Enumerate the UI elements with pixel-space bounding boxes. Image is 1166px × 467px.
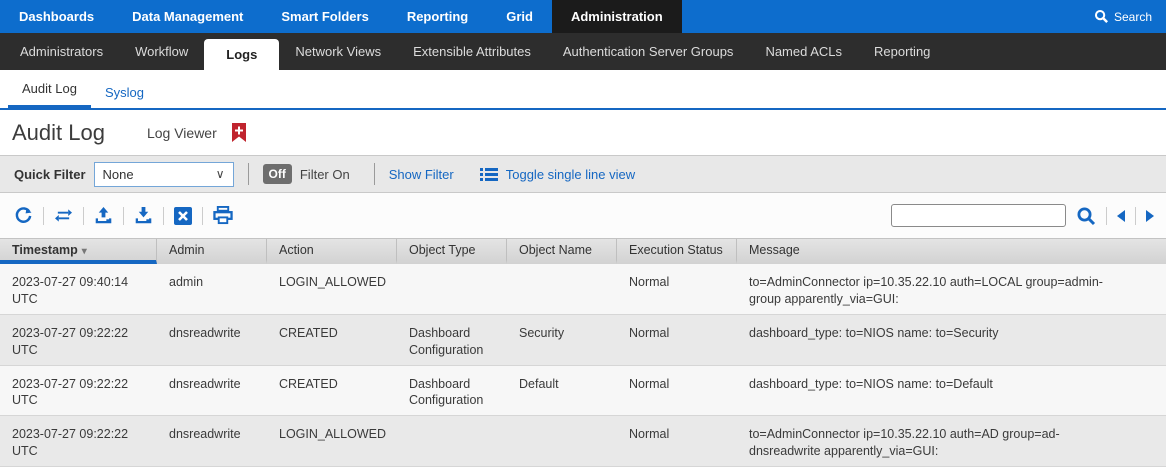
sort-desc-icon: ▾ [82, 246, 87, 257]
cell-execution-status: Normal [617, 416, 737, 466]
subnav-authentication-server-groups[interactable]: Authentication Server Groups [547, 44, 750, 59]
cell-execution-status: Normal [617, 366, 737, 416]
topnav-grid[interactable]: Grid [487, 0, 552, 33]
cell-action: LOGIN_ALLOWED [267, 264, 397, 314]
loop-icon[interactable] [52, 207, 75, 224]
cell-timestamp: 2023-07-27 09:22:22 UTC [0, 315, 157, 365]
topnav-dashboards[interactable]: Dashboards [0, 0, 113, 33]
divider [123, 207, 124, 225]
single-line-view-icon[interactable] [480, 167, 498, 182]
show-filter-link[interactable]: Show Filter [389, 167, 454, 182]
topnav-reporting[interactable]: Reporting [388, 0, 487, 33]
divider [248, 163, 249, 185]
grid-search-icon[interactable] [1076, 206, 1096, 226]
divider [374, 163, 375, 185]
pager-next-button[interactable] [1146, 210, 1154, 222]
log-tab-strip: Audit Log Syslog [0, 70, 1166, 110]
cell-admin: dnsreadwrite [157, 315, 267, 365]
toolbar-right-group [891, 204, 1154, 227]
refresh-icon[interactable] [12, 206, 35, 225]
table-row[interactable]: 2023-07-27 09:40:14 UTC admin LOGIN_ALLO… [0, 264, 1166, 315]
cell-object-name [507, 264, 617, 314]
cell-object-name: Default [507, 366, 617, 416]
download-icon[interactable] [132, 206, 155, 225]
page-title: Audit Log [12, 120, 105, 146]
subnav-reporting[interactable]: Reporting [858, 44, 946, 59]
cell-execution-status: Normal [617, 264, 737, 314]
cell-admin: dnsreadwrite [157, 366, 267, 416]
cell-message: dashboard_type: to=NIOS name: to=Securit… [737, 315, 1166, 365]
cell-execution-status: Normal [617, 315, 737, 365]
subnav-workflow[interactable]: Workflow [119, 44, 204, 59]
subnav-network-views[interactable]: Network Views [279, 44, 397, 59]
title-bar: Audit Log Log Viewer [0, 110, 1166, 155]
divider [202, 207, 203, 225]
top-navigation-bar: Dashboards Data Management Smart Folders… [0, 0, 1166, 33]
cell-action: CREATED [267, 315, 397, 365]
page-subtitle: Log Viewer [147, 125, 217, 141]
table-row[interactable]: 2023-07-27 09:22:22 UTC dnsreadwrite CRE… [0, 315, 1166, 366]
topnav-data-management[interactable]: Data Management [113, 0, 262, 33]
cell-timestamp: 2023-07-27 09:40:14 UTC [0, 264, 157, 314]
table-header-row: Timestamp▾ Admin Action Object Type Obje… [0, 238, 1166, 264]
print-icon[interactable] [211, 206, 235, 225]
table-row[interactable]: 2023-07-27 09:22:22 UTC dnsreadwrite CRE… [0, 366, 1166, 417]
column-header-action[interactable]: Action [267, 239, 397, 264]
column-header-admin[interactable]: Admin [157, 239, 267, 264]
cell-action: CREATED [267, 366, 397, 416]
topnav-administration[interactable]: Administration [552, 0, 682, 33]
tab-audit-log[interactable]: Audit Log [8, 73, 91, 110]
cell-object-type: Dashboard Configuration [397, 315, 507, 365]
cell-admin: admin [157, 264, 267, 314]
cell-admin: dnsreadwrite [157, 416, 267, 466]
cell-timestamp: 2023-07-27 09:22:22 UTC [0, 416, 157, 466]
column-header-object-name[interactable]: Object Name [507, 239, 617, 264]
divider [83, 207, 84, 225]
subnav-extensible-attributes[interactable]: Extensible Attributes [397, 44, 547, 59]
tab-syslog[interactable]: Syslog [91, 77, 158, 108]
quick-filter-select[interactable]: None ∨ [94, 162, 234, 187]
toggle-single-line-view-link[interactable]: Toggle single line view [506, 167, 635, 182]
cell-timestamp: 2023-07-27 09:22:22 UTC [0, 366, 157, 416]
column-header-message[interactable]: Message [737, 239, 1166, 264]
global-search-button[interactable]: Search [1094, 0, 1166, 33]
cell-message: to=AdminConnector ip=10.35.22.10 auth=AD… [737, 416, 1166, 466]
quick-filter-value: None [103, 167, 134, 182]
upload-icon[interactable] [92, 206, 115, 225]
cell-object-name: Security [507, 315, 617, 365]
filter-bar: Quick Filter None ∨ Off Filter On Show F… [0, 155, 1166, 193]
grid-toolbar [0, 193, 1166, 238]
cell-message: to=AdminConnector ip=10.35.22.10 auth=LO… [737, 264, 1166, 314]
divider [163, 207, 164, 225]
export-x-icon[interactable] [172, 207, 194, 225]
column-header-object-type[interactable]: Object Type [397, 239, 507, 264]
filter-on-label: Filter On [300, 167, 350, 182]
cell-object-type [397, 264, 507, 314]
grid-search-input[interactable] [891, 204, 1066, 227]
bookmark-add-icon[interactable] [232, 123, 246, 142]
subnav-named-acls[interactable]: Named ACLs [749, 44, 858, 59]
subnav-logs[interactable]: Logs [204, 39, 279, 70]
search-icon [1094, 9, 1109, 24]
search-label: Search [1114, 10, 1152, 24]
divider [1106, 207, 1107, 225]
column-header-timestamp[interactable]: Timestamp▾ [0, 239, 157, 264]
pager-previous-button[interactable] [1117, 210, 1125, 222]
divider [43, 207, 44, 225]
divider [1135, 207, 1136, 225]
subnav-administrators[interactable]: Administrators [4, 44, 119, 59]
column-header-execution-status[interactable]: Execution Status [617, 239, 737, 264]
quick-filter-label: Quick Filter [14, 167, 86, 182]
topnav-smart-folders[interactable]: Smart Folders [262, 0, 387, 33]
cell-message: dashboard_type: to=NIOS name: to=Default [737, 366, 1166, 416]
chevron-down-icon: ∨ [216, 167, 225, 181]
table-row[interactable]: 2023-07-27 09:22:22 UTC dnsreadwrite LOG… [0, 416, 1166, 467]
cell-action: LOGIN_ALLOWED [267, 416, 397, 466]
administration-sub-navigation: Administrators Workflow Logs Network Vie… [0, 33, 1166, 70]
cell-object-name [507, 416, 617, 466]
audit-log-table: Timestamp▾ Admin Action Object Type Obje… [0, 238, 1166, 467]
cell-object-type: Dashboard Configuration [397, 366, 507, 416]
cell-object-type [397, 416, 507, 466]
filter-on-toggle[interactable]: Off [263, 164, 292, 184]
